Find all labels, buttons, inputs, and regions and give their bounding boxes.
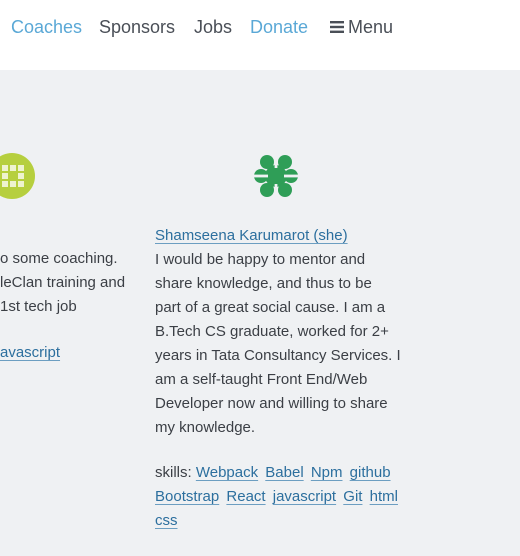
coach-skills: skills: Webpack Babel Npm github Bootstr… bbox=[155, 461, 405, 533]
bio-line: am a self-taught Front End/Web bbox=[155, 371, 368, 388]
menu-button[interactable]: Menu bbox=[330, 16, 393, 38]
nav-link-sponsors[interactable]: Sponsors bbox=[99, 16, 175, 38]
coach-skills-left: avascript bbox=[0, 341, 60, 365]
coach-card: Shamseena Karumarot (she) I would be hap… bbox=[155, 224, 405, 533]
skill-link[interactable]: avascript bbox=[0, 344, 60, 361]
menu-label: Menu bbox=[348, 17, 394, 37]
hamburger-menu-icon bbox=[330, 21, 344, 33]
skill-link-html[interactable]: html bbox=[370, 488, 398, 505]
bio-line: Developer now and willing to share bbox=[155, 395, 388, 412]
bio-line: I would be happy to mentor and bbox=[155, 251, 366, 268]
coach-name-link[interactable]: Shamseena Karumarot (she) bbox=[155, 227, 348, 244]
skill-link-babel[interactable]: Babel bbox=[265, 464, 303, 481]
skill-link-react[interactable]: React bbox=[226, 488, 265, 505]
coach-bio: I would be happy to mentor and share kno… bbox=[155, 248, 405, 440]
bio-line: B.Tech CS graduate, worked for 2+ bbox=[155, 323, 389, 340]
skill-link-bootstrap[interactable]: Bootstrap bbox=[155, 488, 219, 505]
skill-link-webpack[interactable]: Webpack bbox=[196, 464, 258, 481]
nav-link-donate[interactable]: Donate bbox=[250, 16, 308, 38]
bio-line: 1st tech job bbox=[0, 298, 77, 315]
top-navigation: Coaches Sponsors Jobs Donate Menu bbox=[0, 0, 520, 70]
bio-line: o some coaching. bbox=[0, 250, 118, 267]
nav-link-coaches[interactable]: Coaches bbox=[11, 16, 82, 38]
skill-link-github[interactable]: github bbox=[350, 464, 391, 481]
skill-link-git[interactable]: Git bbox=[343, 488, 362, 505]
bio-line: my knowledge. bbox=[155, 419, 256, 436]
bio-line: leClan training and bbox=[0, 274, 126, 291]
coach-avatar-left bbox=[0, 153, 35, 199]
bio-line: part of a great social cause. I am a bbox=[155, 299, 386, 316]
skill-link-css[interactable]: css bbox=[155, 512, 178, 529]
coach-avatar bbox=[254, 154, 298, 198]
coach-bio-left: o some coaching. leClan training and 1st… bbox=[0, 247, 140, 319]
bio-line: years in Tata Consultancy Services. I bbox=[155, 347, 401, 364]
skill-link-npm[interactable]: Npm bbox=[311, 464, 343, 481]
bio-line: share knowledge, and thus to be bbox=[155, 275, 372, 292]
skill-link-javascript[interactable]: javascript bbox=[273, 488, 336, 505]
skills-label: skills: bbox=[155, 464, 192, 481]
nav-link-jobs[interactable]: Jobs bbox=[194, 16, 232, 38]
